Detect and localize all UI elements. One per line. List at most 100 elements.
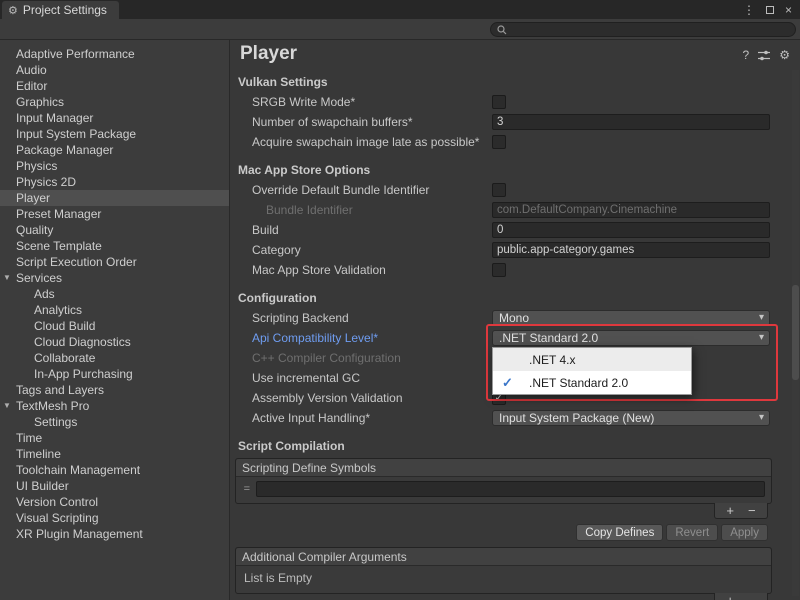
input-build[interactable]: [492, 222, 770, 238]
scripting-define-symbols-header: Scripting Define Symbols: [236, 459, 771, 477]
field-label: C++ Compiler Configuration: [252, 351, 492, 365]
checkbox-override-default-bundle-identifier[interactable]: [492, 183, 506, 197]
sidebar-item-cloud-build[interactable]: Cloud Build: [0, 318, 229, 334]
sidebar-item-analytics[interactable]: Analytics: [0, 302, 229, 318]
sidebar-item-label: Timeline: [16, 447, 61, 461]
field-label: Assembly Version Validation: [252, 391, 492, 405]
sidebar-item-package-manager[interactable]: Package Manager: [0, 142, 229, 158]
menu-item-net-4x[interactable]: .NET 4.x: [493, 348, 691, 371]
sidebar-item-player[interactable]: Player: [0, 190, 229, 206]
window-menu-icon[interactable]: ⋮: [743, 3, 755, 17]
sidebar-item-script-execution-order[interactable]: Script Execution Order: [0, 254, 229, 270]
menu-item-label: .NET 4.x: [529, 353, 575, 367]
dropdown-scripting-backend[interactable]: Mono▾: [492, 310, 770, 326]
sidebar-item-visual-scripting[interactable]: Visual Scripting: [0, 510, 229, 526]
row-configuration: Configuration: [230, 288, 800, 308]
sidebar-item-version-control[interactable]: Version Control: [0, 494, 229, 510]
sidebar-item-xr-plugin-management[interactable]: XR Plugin Management: [0, 526, 229, 542]
remove-button[interactable]: −: [748, 504, 756, 517]
dropdown-value: Mono: [499, 311, 529, 325]
sidebar-item-editor[interactable]: Editor: [0, 78, 229, 94]
define-symbol-input[interactable]: [256, 481, 765, 497]
input-number-of-swapchain-buffers[interactable]: [492, 114, 770, 130]
sidebar-item-graphics[interactable]: Graphics: [0, 94, 229, 110]
checkbox-acquire-swapchain-image-late-as-possible[interactable]: [492, 135, 506, 149]
foldout-arrow-icon[interactable]: ▼: [3, 401, 11, 410]
sidebar-item-quality[interactable]: Quality: [0, 222, 229, 238]
field-value: Mono▾: [492, 310, 770, 326]
dropdown-active-input-handling[interactable]: Input System Package (New)▾: [492, 410, 770, 426]
settings-gear-icon[interactable]: ⚙: [779, 49, 790, 61]
copy-defines-button[interactable]: Copy Defines: [576, 524, 663, 541]
foldout-arrow-icon[interactable]: ▼: [3, 273, 11, 282]
input-category[interactable]: [492, 242, 770, 258]
sidebar-item-services[interactable]: ▼Services: [0, 270, 229, 286]
row-category: Category: [230, 240, 800, 260]
sidebar-item-scene-template[interactable]: Scene Template: [0, 238, 229, 254]
row-vulkan-settings: Vulkan Settings: [230, 72, 800, 92]
sidebar-item-input-manager[interactable]: Input Manager: [0, 110, 229, 126]
search-icon: [497, 25, 507, 35]
sidebar-item-physics-2d[interactable]: Physics 2D: [0, 174, 229, 190]
preset-sliders-icon[interactable]: [758, 50, 770, 61]
sidebar-item-adaptive-performance[interactable]: Adaptive Performance: [0, 46, 229, 62]
api-compatibility-dropdown-menu: .NET 4.x ✓ .NET Standard 2.0: [492, 347, 692, 395]
row-mac-app-store-options: Mac App Store Options: [230, 160, 800, 180]
sidebar-list: Adaptive PerformanceAudioEditorGraphicsI…: [0, 46, 229, 542]
search-box[interactable]: [490, 22, 796, 37]
chevron-down-icon: ▾: [759, 412, 764, 423]
checkbox-mac-app-store-validation[interactable]: [492, 263, 506, 277]
sidebar-item-ui-builder[interactable]: UI Builder: [0, 478, 229, 494]
sidebar-item-preset-manager[interactable]: Preset Manager: [0, 206, 229, 222]
help-icon[interactable]: ?: [743, 49, 750, 61]
sidebar-item-label: Graphics: [16, 95, 64, 109]
revert-button[interactable]: Revert: [666, 524, 718, 541]
sidebar-item-toolchain-management[interactable]: Toolchain Management: [0, 462, 229, 478]
sidebar-item-cloud-diagnostics[interactable]: Cloud Diagnostics: [0, 334, 229, 350]
sidebar-item-physics[interactable]: Physics: [0, 158, 229, 174]
search-input[interactable]: [511, 23, 789, 36]
sidebar-item-ads[interactable]: Ads: [0, 286, 229, 302]
window-maximize-icon[interactable]: [766, 6, 774, 14]
sidebar-item-timeline[interactable]: Timeline: [0, 446, 229, 462]
vertical-scrollbar[interactable]: [792, 70, 799, 596]
drag-handle-icon[interactable]: =: [242, 483, 252, 495]
field-label: Category: [252, 243, 492, 257]
add-button[interactable]: +: [726, 594, 734, 600]
sidebar-item-textmesh-pro[interactable]: ▼TextMesh Pro: [0, 398, 229, 414]
row-script-compilation: Script Compilation: [230, 436, 800, 456]
box-title: Additional Compiler Arguments: [242, 550, 407, 564]
field-label: Script Compilation: [238, 439, 345, 453]
sidebar-item-label: XR Plugin Management: [16, 527, 143, 541]
sidebar-item-time[interactable]: Time: [0, 430, 229, 446]
apply-button[interactable]: Apply: [721, 524, 768, 541]
sidebar-item-collaborate[interactable]: Collaborate: [0, 350, 229, 366]
dropdown-api-compatibility-level[interactable]: .NET Standard 2.0▾: [492, 330, 770, 346]
sidebar-item-label: Audio: [16, 63, 47, 77]
sidebar-item-label: Editor: [16, 79, 47, 93]
checkbox-srgb-write-mode[interactable]: [492, 95, 506, 109]
sidebar-item-settings[interactable]: Settings: [0, 414, 229, 430]
menu-item-net-standard-2-0[interactable]: ✓ .NET Standard 2.0: [493, 371, 691, 394]
scrollbar-thumb[interactable]: [792, 285, 799, 380]
scripting-define-symbols-box: Scripting Define Symbols =: [235, 458, 772, 504]
field-label: Use incremental GC: [252, 371, 492, 385]
sidebar-item-label: Time: [16, 431, 42, 445]
add-button[interactable]: +: [726, 504, 734, 517]
sidebar-item-in-app-purchasing[interactable]: In-App Purchasing: [0, 366, 229, 382]
sidebar-item-label: Physics 2D: [16, 175, 76, 189]
remove-button[interactable]: −: [748, 594, 756, 600]
player-settings-panel: Player ? ⚙ Vulkan SettingsSRGB Write Mod…: [230, 40, 800, 600]
field-value: [492, 222, 770, 238]
gear-icon: ⚙: [8, 4, 18, 17]
additional-compiler-arguments-box: Additional Compiler Arguments List is Em…: [235, 547, 772, 594]
sidebar-item-label: Ads: [34, 287, 55, 301]
sidebar-item-tags-and-layers[interactable]: Tags and Layers: [0, 382, 229, 398]
sidebar-item-input-system-package[interactable]: Input System Package: [0, 126, 229, 142]
sidebar-item-audio[interactable]: Audio: [0, 62, 229, 78]
define-symbol-row: =: [242, 481, 765, 497]
row-srgb-write-mode: SRGB Write Mode*: [230, 92, 800, 112]
sidebar-item-label: Cloud Diagnostics: [34, 335, 131, 349]
window-close-icon[interactable]: ×: [785, 3, 792, 17]
tab-project-settings[interactable]: ⚙ Project Settings: [2, 1, 119, 19]
